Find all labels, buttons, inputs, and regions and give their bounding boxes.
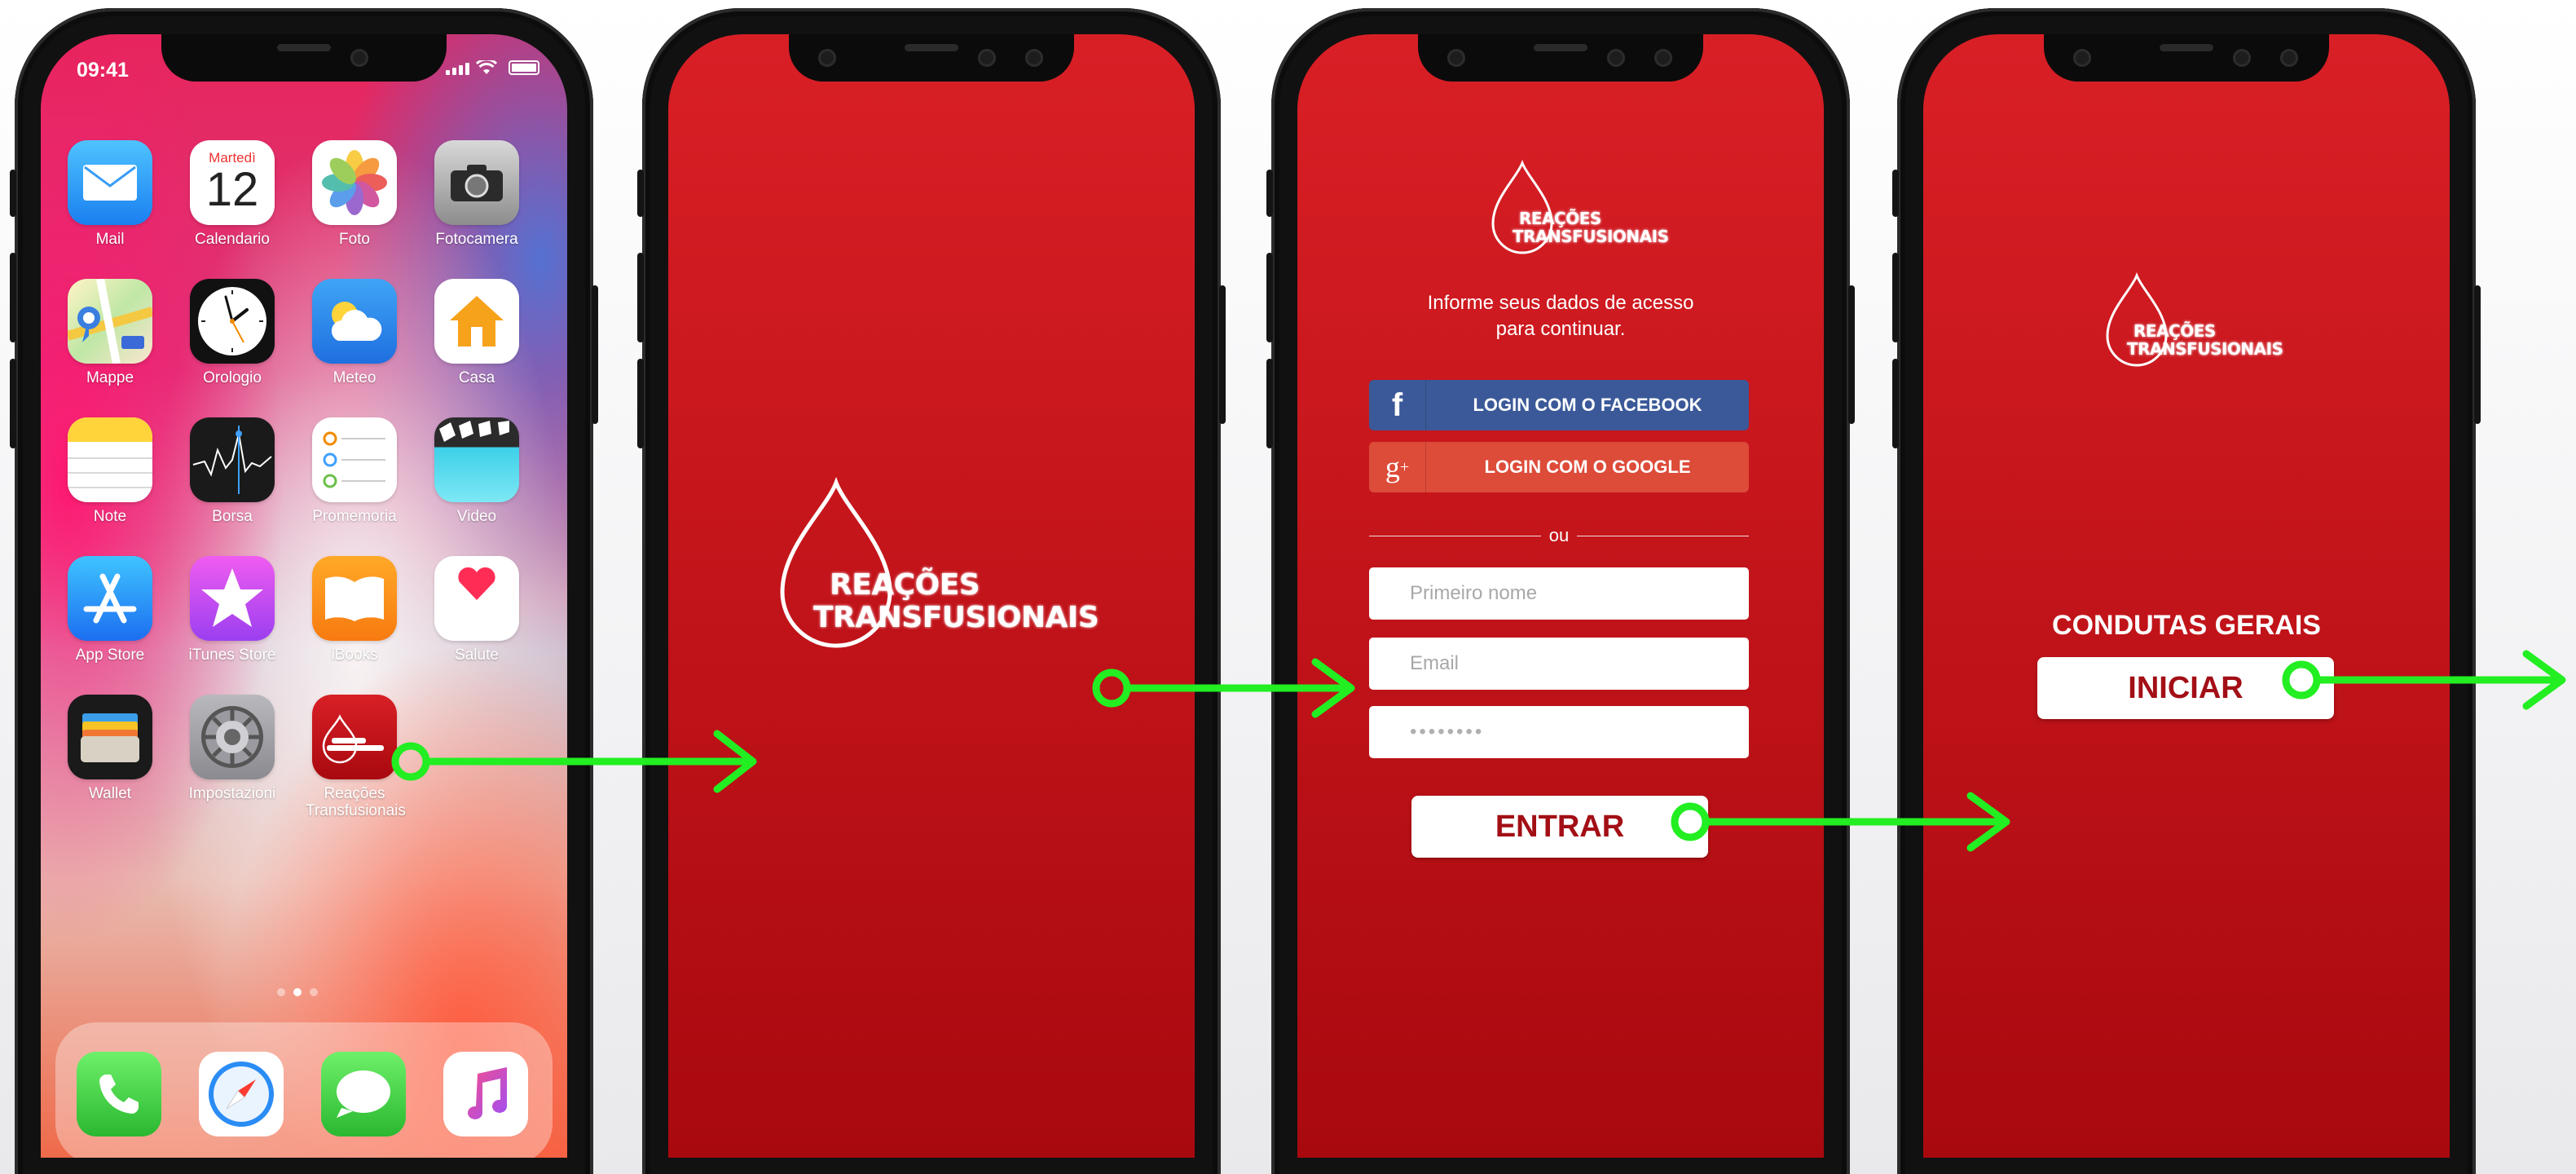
health-icon: [434, 556, 519, 641]
home-screen: 09:41 Mail Martedì 12 Calendario Foto Fo…: [41, 34, 567, 1158]
email-field[interactable]: [1369, 638, 1749, 690]
app-fotocamera[interactable]: Fotocamera: [424, 140, 530, 249]
side-button: [592, 285, 598, 424]
logo-line1: REAÇÕES: [2133, 321, 2216, 341]
app-calendario[interactable]: Martedì 12 Calendario: [179, 140, 285, 249]
status-time: 09:41: [77, 59, 129, 82]
logo-line2: TRANSFUSIONAIS: [813, 601, 1099, 634]
camera-icon: [434, 140, 519, 225]
app-meteo[interactable]: Meteo: [302, 279, 407, 387]
weather-icon: [312, 279, 397, 364]
status-icons: [446, 60, 539, 75]
signal-icon: [446, 63, 469, 75]
login-instructions: Informe seus dados de acesso para contin…: [1297, 290, 1824, 343]
google-plus-icon: g +: [1369, 442, 1426, 492]
app-promemoria[interactable]: Promemoria: [302, 417, 407, 526]
section-title: CONDUTAS GERAIS: [2052, 610, 2321, 641]
mute-switch: [10, 170, 16, 217]
phone-condutas: REAÇÕES TRANSFUSIONAIS CONDUTAS GERAIS I…: [1892, 8, 2481, 1174]
google-login-button[interactable]: g + LOGIN COM O GOOGLE: [1369, 442, 1749, 492]
logo-line1: REAÇÕES: [1519, 209, 1601, 228]
login-instructions-line1: Informe seus dados de acesso: [1427, 292, 1694, 314]
maps-icon: [68, 279, 152, 364]
or-divider: ou: [1369, 523, 1750, 548]
app-app-store[interactable]: App Store: [57, 556, 163, 664]
phone-login: REAÇÕES TRANSFUSIONAIS Informe seus dado…: [1266, 8, 1855, 1174]
phone-splash: REAÇÕES TRANSFUSIONAIS: [637, 8, 1226, 1174]
facebook-login-label: LOGIN COM O FACEBOOK: [1473, 395, 1702, 415]
messages-icon[interactable]: [321, 1052, 406, 1136]
facebook-icon: f: [1369, 380, 1426, 430]
app-itunes-store[interactable]: iTunes Store: [179, 556, 285, 664]
ibooks-icon: [312, 556, 397, 641]
app-mappe[interactable]: Mappe: [57, 279, 163, 387]
logo-line2: TRANSFUSIONAIS: [1513, 227, 1669, 246]
condutas-logo: REAÇÕES TRANSFUSIONAIS: [2104, 272, 2283, 378]
splash-logo: REAÇÕES TRANSFUSIONAIS: [777, 473, 1099, 669]
app-foto[interactable]: Foto: [302, 140, 407, 249]
home-icon: [434, 279, 519, 364]
logo-line2: TRANSFUSIONAIS: [2127, 339, 2283, 359]
password-field[interactable]: [1369, 706, 1749, 758]
volume-up-button: [10, 253, 16, 342]
battery-icon: [509, 60, 539, 75]
app-note[interactable]: Note: [57, 417, 163, 526]
app-reacoes-transfusionais[interactable]: Reações Transfusionais: [302, 695, 407, 820]
clock-icon: [190, 279, 275, 364]
app-orologio[interactable]: Orologio: [179, 279, 285, 387]
entrar-button-label: ENTRAR: [1495, 809, 1625, 844]
condutas-screen: REAÇÕES TRANSFUSIONAIS CONDUTAS GERAIS I…: [1923, 34, 2450, 1158]
app-ibooks[interactable]: iBooks: [302, 556, 407, 664]
app-store-icon: [68, 556, 152, 641]
login-logo: REAÇÕES TRANSFUSIONAIS: [1490, 160, 1669, 266]
iniciar-button-label: INICIAR: [2128, 670, 2244, 705]
mail-icon: [68, 140, 152, 225]
first-name-field[interactable]: [1369, 567, 1749, 620]
calendar-day: 12: [205, 163, 259, 216]
wifi-icon: [476, 60, 497, 74]
stocks-icon: [190, 417, 275, 502]
reminders-icon: [312, 417, 397, 502]
itunes-store-icon: [190, 556, 275, 641]
phone-icon[interactable]: [77, 1052, 161, 1136]
safari-icon[interactable]: [199, 1052, 284, 1136]
music-icon[interactable]: [443, 1052, 528, 1136]
iniciar-button[interactable]: INICIAR: [2037, 657, 2334, 719]
reacoes-transfusionais-icon: [312, 695, 397, 779]
or-divider-label: ou: [1548, 525, 1570, 545]
splash-screen: REAÇÕES TRANSFUSIONAIS: [668, 34, 1195, 1158]
login-instructions-line2: para continuar.: [1495, 318, 1626, 341]
video-icon: [434, 417, 519, 502]
app-casa[interactable]: Casa: [424, 279, 530, 387]
phone-home: 09:41 Mail Martedì 12 Calendario Foto Fo…: [10, 8, 598, 1174]
logo-line1: REAÇÕES: [830, 568, 980, 602]
entrar-button[interactable]: ENTRAR: [1411, 796, 1708, 858]
google-login-label: LOGIN COM O GOOGLE: [1484, 457, 1691, 477]
dock: [55, 1022, 553, 1158]
app-video[interactable]: Video: [424, 417, 530, 526]
calendar-icon: Martedì 12: [190, 140, 275, 225]
facebook-login-button[interactable]: f LOGIN COM O FACEBOOK: [1369, 380, 1749, 430]
app-wallet[interactable]: Wallet: [57, 695, 163, 803]
settings-icon: [190, 695, 275, 779]
app-borsa[interactable]: Borsa: [179, 417, 285, 526]
wallet-icon: [68, 695, 152, 779]
notch: [161, 34, 447, 82]
app-mail[interactable]: Mail: [57, 140, 163, 249]
volume-down-button: [10, 359, 16, 448]
notes-icon: [68, 417, 152, 502]
app-impostazioni[interactable]: Impostazioni: [179, 695, 285, 803]
page-indicator[interactable]: [277, 988, 318, 996]
photos-icon: [312, 140, 397, 225]
login-screen: REAÇÕES TRANSFUSIONAIS Informe seus dado…: [1297, 34, 1824, 1158]
app-salute[interactable]: Salute: [424, 556, 530, 664]
